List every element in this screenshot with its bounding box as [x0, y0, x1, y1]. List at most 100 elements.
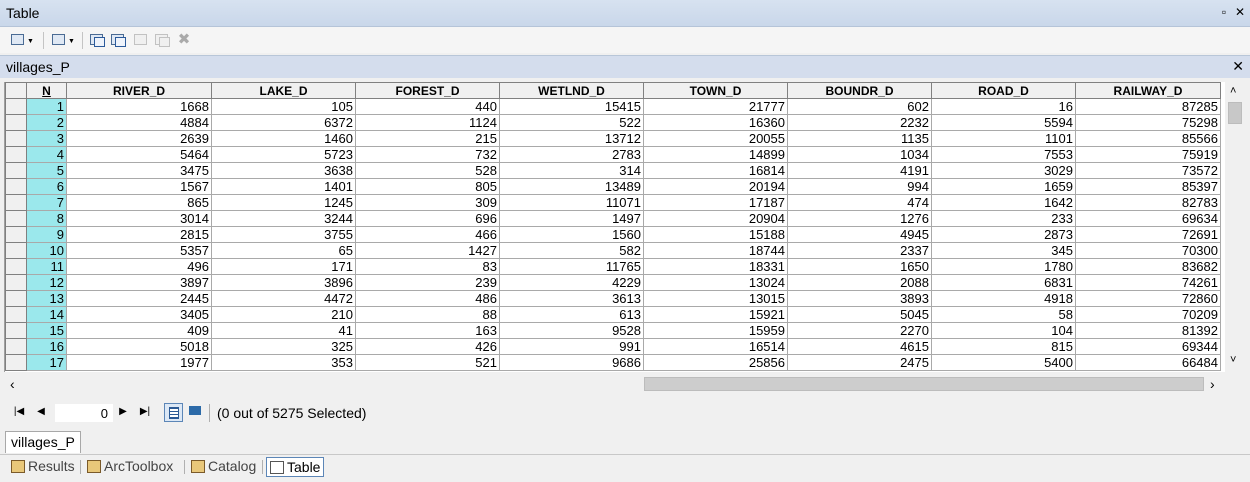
row-selector[interactable] [5, 242, 27, 259]
table-row[interactable]: 5 3475 3638 528 314 16814 4191 3029 73572 [5, 162, 1221, 179]
table-cell[interactable]: 2337 [787, 242, 932, 259]
table-cell[interactable]: 17187 [643, 194, 788, 211]
chevron-down-icon[interactable]: ˅ [1230, 354, 1236, 366]
table-row[interactable]: 9 2815 3755 466 1560 15188 4945 2873 72691 [5, 226, 1221, 243]
table-cell[interactable]: 3405 [66, 306, 212, 323]
table-cell[interactable]: 1124 [355, 114, 500, 131]
table-cell[interactable]: 210 [211, 306, 356, 323]
table-cell[interactable]: 1460 [211, 130, 356, 147]
table-cell[interactable]: 3613 [499, 290, 644, 307]
table-cell[interactable]: 9528 [499, 322, 644, 339]
table-cell[interactable]: 18744 [643, 242, 788, 259]
table-cell[interactable]: 13024 [643, 274, 788, 291]
clear-selection-button[interactable] [131, 31, 151, 49]
table-cell[interactable]: 466 [355, 226, 500, 243]
table-cell[interactable]: 3893 [787, 290, 932, 307]
horizontal-scrollbar[interactable]: ‹ › [4, 375, 1225, 393]
row-selector[interactable] [5, 226, 27, 243]
table-cell[interactable]: 75298 [1075, 114, 1221, 131]
table-cell[interactable]: 1650 [787, 258, 932, 275]
table-cell[interactable]: 1642 [931, 194, 1076, 211]
table-cell[interactable]: 7 [26, 194, 67, 211]
dock-tab-table[interactable]: Table [266, 457, 325, 477]
close-table-icon[interactable]: ✕ [1232, 58, 1244, 75]
horizontal-scroll-thumb[interactable] [644, 377, 1204, 391]
show-selected-records-button[interactable] [186, 403, 205, 422]
table-cell[interactable]: 16360 [643, 114, 788, 131]
chevron-left-icon[interactable]: ‹ [10, 376, 15, 392]
table-cell[interactable]: 409 [66, 322, 212, 339]
table-cell[interactable]: 4472 [211, 290, 356, 307]
row-selector[interactable] [5, 114, 27, 131]
table-cell[interactable]: 88 [355, 306, 500, 323]
table-cell[interactable]: 2 [26, 114, 67, 131]
table-row[interactable]: 2 4884 6372 1124 522 16360 2232 5594 75298 [5, 114, 1221, 131]
delete-selected-button[interactable]: ✖ [174, 31, 194, 49]
table-cell[interactable]: 70300 [1075, 242, 1221, 259]
table-cell[interactable]: 11765 [499, 258, 644, 275]
previous-record-button[interactable]: ◀ [34, 406, 48, 417]
show-all-records-button[interactable] [164, 403, 183, 422]
table-cell[interactable]: 3755 [211, 226, 356, 243]
row-selector[interactable] [5, 98, 27, 115]
related-tables-button[interactable]: ▼ [49, 31, 79, 49]
table-cell[interactable]: 1659 [931, 178, 1076, 195]
table-cell[interactable]: 3896 [211, 274, 356, 291]
column-header-lake-d[interactable]: LAKE_D [211, 82, 356, 99]
select-by-attributes-button[interactable] [87, 31, 107, 49]
table-cell[interactable]: 732 [355, 146, 500, 163]
table-cell[interactable]: 74261 [1075, 274, 1221, 291]
column-header-railway-d[interactable]: RAILWAY_D [1075, 82, 1221, 99]
vertical-scroll-thumb[interactable] [1228, 102, 1242, 124]
table-cell[interactable]: 5018 [66, 338, 212, 355]
table-cell[interactable]: 11071 [499, 194, 644, 211]
table-cell[interactable]: 239 [355, 274, 500, 291]
table-cell[interactable]: 12 [26, 274, 67, 291]
table-cell[interactable]: 613 [499, 306, 644, 323]
column-header-town-d[interactable]: TOWN_D [643, 82, 788, 99]
table-cell[interactable]: 2088 [787, 274, 932, 291]
table-cell[interactable]: 41 [211, 322, 356, 339]
table-cell[interactable]: 13015 [643, 290, 788, 307]
row-selector[interactable] [5, 178, 27, 195]
table-row[interactable]: 15 409 41 163 9528 15959 2270 104 81392 [5, 322, 1221, 339]
table-cell[interactable]: 6 [26, 178, 67, 195]
row-selector[interactable] [5, 130, 27, 147]
table-cell[interactable]: 1245 [211, 194, 356, 211]
table-cell[interactable]: 4945 [787, 226, 932, 243]
table-cell[interactable]: 10 [26, 242, 67, 259]
next-record-button[interactable]: ▶ [116, 406, 130, 417]
table-cell[interactable]: 16814 [643, 162, 788, 179]
table-cell[interactable]: 3638 [211, 162, 356, 179]
bottom-table-tab[interactable]: villages_P [5, 431, 81, 453]
column-header-boundr-d[interactable]: BOUNDR_D [787, 82, 932, 99]
table-cell[interactable]: 353 [211, 354, 356, 371]
table-cell[interactable]: 72691 [1075, 226, 1221, 243]
table-cell[interactable]: 4615 [787, 338, 932, 355]
table-row[interactable]: 17 1977 353 521 9686 25856 2475 5400 66484 [5, 354, 1221, 371]
table-cell[interactable]: 233 [931, 210, 1076, 227]
table-cell[interactable]: 163 [355, 322, 500, 339]
table-cell[interactable]: 69634 [1075, 210, 1221, 227]
table-row[interactable]: 6 1567 1401 805 13489 20194 994 1659 85397 [5, 178, 1221, 195]
table-cell[interactable]: 5 [26, 162, 67, 179]
table-cell[interactable]: 1401 [211, 178, 356, 195]
table-cell[interactable]: 15 [26, 322, 67, 339]
table-cell[interactable]: 4918 [931, 290, 1076, 307]
row-selector[interactable] [5, 146, 27, 163]
row-selector[interactable] [5, 162, 27, 179]
table-cell[interactable]: 2270 [787, 322, 932, 339]
table-row[interactable]: 16 5018 325 426 991 16514 4615 815 69344 [5, 338, 1221, 355]
table-cell[interactable]: 325 [211, 338, 356, 355]
row-selector[interactable] [5, 210, 27, 227]
table-cell[interactable]: 2232 [787, 114, 932, 131]
column-header-forest-d[interactable]: FOREST_D [355, 82, 500, 99]
table-cell[interactable]: 1780 [931, 258, 1076, 275]
table-cell[interactable]: 5464 [66, 146, 212, 163]
chevron-right-icon[interactable]: › [1210, 376, 1215, 392]
table-cell[interactable]: 83 [355, 258, 500, 275]
table-cell[interactable]: 9686 [499, 354, 644, 371]
table-cell[interactable]: 75919 [1075, 146, 1221, 163]
table-cell[interactable]: 25856 [643, 354, 788, 371]
table-cell[interactable]: 69344 [1075, 338, 1221, 355]
